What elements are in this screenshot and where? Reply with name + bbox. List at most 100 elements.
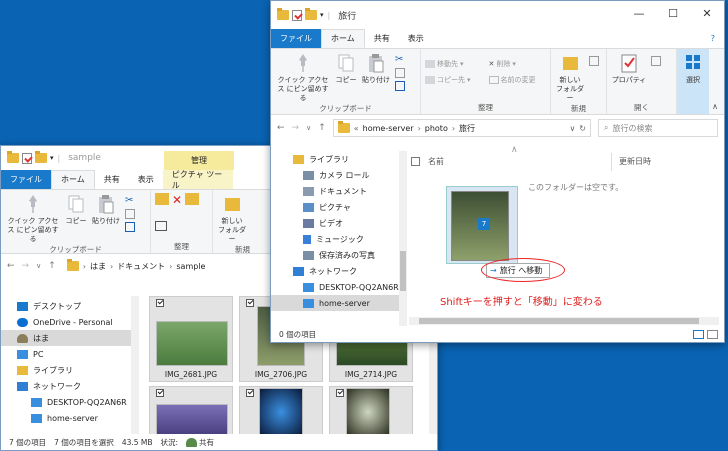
item-checkbox[interactable] [156, 389, 164, 397]
cut-icon[interactable]: ✂ [125, 195, 135, 206]
back-arrow-icon[interactable]: ← [277, 123, 285, 133]
drag-count-badge: 7 [478, 218, 490, 230]
pin-button[interactable]: クイック アクセス にピン留めする [275, 52, 331, 103]
maximize-button[interactable]: ☐ [656, 1, 690, 25]
move-to-icon[interactable] [155, 193, 169, 205]
refresh-icon[interactable]: ↻ [579, 124, 586, 133]
chevron-down-icon[interactable]: ∨ [306, 124, 311, 132]
column-date[interactable]: 更新日時 [619, 156, 651, 167]
copy-button[interactable]: コピー [335, 52, 357, 103]
tab-home[interactable]: ホーム [51, 170, 95, 189]
front-navigation-pane: ライブラリ カメラ ロール ドキュメント ピクチャ ビデオ ミュージック 保存済… [271, 151, 399, 327]
up-arrow-icon[interactable]: ↑ [48, 261, 56, 271]
tab-share[interactable]: 共有 [365, 29, 399, 48]
move-to-button[interactable]: 移動先 ▾ [425, 58, 483, 70]
nav-item-libraries[interactable]: ライブラリ [271, 151, 399, 167]
delete-button[interactable]: ✕ 削除 ▾ [489, 58, 547, 70]
close-button[interactable]: ✕ [690, 1, 724, 25]
nav-item-onedrive[interactable]: OneDrive - Personal [1, 314, 131, 330]
new-folder-button[interactable]: 新しい フォルダー [555, 52, 585, 103]
crumb-travel[interactable]: 旅行 [459, 123, 475, 134]
large-icons-view-icon[interactable] [707, 329, 718, 339]
chevron-down-icon[interactable]: ∨ [36, 262, 41, 270]
nav-item-network[interactable]: ネットワーク [1, 378, 131, 394]
tab-home[interactable]: ホーム [321, 29, 365, 48]
nav-item-documents[interactable]: ドキュメント [271, 183, 399, 199]
copy-button[interactable]: コピー [65, 193, 87, 244]
paste-shortcut-icon[interactable] [395, 81, 405, 91]
nav-item-music[interactable]: ミュージック [271, 231, 399, 247]
nav-item-videos[interactable]: ビデオ [271, 215, 399, 231]
tab-file[interactable]: ファイル [271, 29, 321, 48]
nav-item-desktop-pc[interactable]: DESKTOP-QQ2AN6R [271, 279, 399, 295]
minimize-button[interactable]: — [622, 1, 656, 25]
item-checkbox[interactable] [246, 299, 254, 307]
properties-icon[interactable] [292, 9, 302, 21]
new-group-label: 新規 [235, 245, 250, 254]
details-view-icon[interactable] [693, 329, 704, 339]
front-status-bar: 0 個の項目 [271, 326, 724, 342]
paste-button[interactable]: 貼り付け [91, 193, 121, 244]
copy-to-icon[interactable] [185, 193, 200, 205]
item-checkbox[interactable] [156, 299, 164, 307]
copy-path-icon[interactable] [395, 68, 405, 78]
select-button[interactable]: 選択 [681, 52, 705, 114]
nav-item-user[interactable]: はま [1, 330, 131, 346]
select-all-checkbox[interactable] [411, 156, 420, 166]
open-icon[interactable] [651, 56, 661, 66]
cut-icon[interactable]: ✂ [395, 54, 405, 65]
clipboard-group: クイック アクセス にピン留めする コピー 貼り付け ✂ クリップボード [1, 190, 151, 254]
item-checkbox[interactable] [336, 389, 344, 397]
back-arrow-icon[interactable]: ← [7, 261, 15, 271]
tab-view[interactable]: 表示 [129, 170, 163, 189]
up-arrow-icon[interactable]: ↑ [318, 123, 326, 133]
delete-icon[interactable]: ✕ [172, 193, 182, 218]
item-checkbox[interactable] [246, 389, 254, 397]
content-scrollbar[interactable] [409, 317, 719, 325]
rename-icon[interactable] [155, 220, 167, 231]
new-folder-icon[interactable] [305, 8, 317, 20]
address-dropdown-icon[interactable]: ∨ [569, 124, 575, 133]
crumb-documents[interactable]: ドキュメント [117, 261, 165, 272]
tab-file[interactable]: ファイル [1, 170, 51, 189]
new-folder-icon [225, 198, 240, 211]
rename-button[interactable]: 名前の変更 [488, 74, 547, 86]
forward-arrow-icon[interactable]: → [22, 261, 30, 271]
tab-view[interactable]: 表示 [399, 29, 433, 48]
nav-item-desktop[interactable]: デスクトップ [1, 298, 131, 314]
tab-share[interactable]: 共有 [95, 170, 129, 189]
help-icon[interactable]: ? [702, 29, 724, 48]
copy-path-icon[interactable] [125, 209, 135, 219]
tab-picture-tools[interactable]: ピクチャ ツール [162, 170, 233, 190]
front-breadcrumb[interactable]: « home-server › photo › 旅行 ∨ ↻ [332, 119, 591, 137]
paste-button[interactable]: 貼り付け [361, 52, 391, 103]
back-nav-scrollbar[interactable] [131, 296, 139, 436]
crumb-sample[interactable]: sample [176, 262, 205, 271]
front-nav-scrollbar[interactable] [399, 151, 407, 327]
new-item-icon[interactable] [589, 56, 599, 66]
nav-item-camera-roll[interactable]: カメラ ロール [271, 167, 399, 183]
forward-arrow-icon[interactable]: → [292, 123, 300, 133]
crumb-photo[interactable]: photo [425, 124, 448, 133]
nav-item-libraries[interactable]: ライブラリ [1, 362, 131, 378]
properties-button[interactable]: プロパティ [611, 52, 647, 102]
crumb-hama[interactable]: はま [90, 261, 106, 272]
pin-button[interactable]: クイック アクセス にピン留めする [5, 193, 61, 244]
crumb-home-server[interactable]: home-server [363, 124, 414, 133]
window-title: sample [68, 153, 101, 163]
nav-item-saved-pictures[interactable]: 保存済みの写真 [271, 247, 399, 263]
nav-item-home-server[interactable]: home-server [271, 295, 399, 311]
properties-icon[interactable] [22, 152, 32, 164]
collapse-ribbon-icon[interactable]: ∧ [712, 102, 718, 111]
new-folder-button[interactable]: 新しい フォルダー [217, 193, 247, 244]
nav-item-network[interactable]: ネットワーク [271, 263, 399, 279]
nav-item-desktop-pc[interactable]: DESKTOP-QQ2AN6R [1, 394, 131, 410]
nav-item-pc[interactable]: PC [1, 346, 131, 362]
nav-item-pictures[interactable]: ピクチャ [271, 199, 399, 215]
copy-to-button[interactable]: コピー先 ▾ [425, 74, 483, 86]
nav-item-home-server[interactable]: home-server [1, 410, 131, 426]
new-folder-icon[interactable] [35, 151, 47, 163]
paste-shortcut-icon[interactable] [125, 222, 135, 232]
column-name[interactable]: 名前 [428, 156, 444, 167]
search-box[interactable]: ⌕ 旅行の検索 [598, 119, 718, 137]
